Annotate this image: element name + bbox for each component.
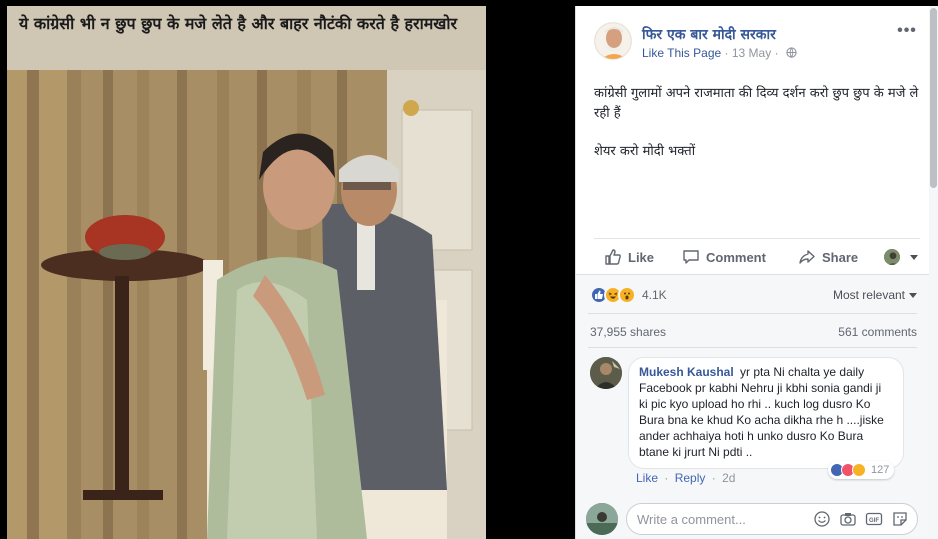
wow-reaction-icon bbox=[618, 286, 636, 304]
thumbs-up-icon bbox=[605, 249, 621, 265]
reactions-row: 4.1K Most relevant bbox=[590, 285, 917, 305]
like-page-link[interactable]: Like This Page bbox=[642, 46, 721, 60]
scrollbar-thumb[interactable] bbox=[930, 8, 937, 188]
post-text-line-2: शेयर करो मोदी भक्तों bbox=[594, 144, 696, 159]
comments-count[interactable]: 561 comments bbox=[838, 325, 917, 343]
sticker-icon[interactable] bbox=[891, 510, 909, 528]
like-button-label: Like bbox=[628, 249, 655, 265]
share-button-label: Share bbox=[822, 249, 859, 265]
comment-bubble-icon bbox=[683, 250, 699, 264]
reaction-icons[interactable] bbox=[590, 286, 636, 304]
comment-time[interactable]: 2d bbox=[722, 471, 735, 485]
comment-author-link[interactable]: Mukesh Kaushal bbox=[639, 365, 734, 379]
post-meta: Like This Page · 13 May · bbox=[642, 46, 797, 60]
comment-like-link[interactable]: Like bbox=[636, 471, 658, 485]
post-as-selector[interactable] bbox=[884, 247, 918, 267]
post-text-line-1: कांग्रेसी गुलामों अपने राजमाता की दिव्य … bbox=[594, 86, 919, 121]
audience-avatar-image bbox=[884, 249, 900, 265]
post-panel: फिर एक बार मोदी सरकार Like This Page · 1… bbox=[575, 6, 938, 539]
chevron-down-icon bbox=[909, 293, 917, 298]
page-avatar[interactable] bbox=[594, 22, 632, 60]
comment-input-box[interactable]: GIF bbox=[626, 503, 918, 535]
globe-icon bbox=[786, 47, 797, 58]
comment-text: yr pta Ni chalta ye daily Facebook pr ka… bbox=[639, 365, 884, 459]
comment-input[interactable] bbox=[637, 511, 813, 527]
post-text: कांग्रेसी गुलामों अपने राजमाता की दिव्य … bbox=[594, 84, 924, 162]
page-avatar-image bbox=[595, 23, 631, 59]
separator: · bbox=[664, 471, 669, 485]
commenter-avatar[interactable] bbox=[590, 357, 622, 389]
post-header: फिर एक बार मोदी सरकार Like This Page · 1… bbox=[594, 22, 924, 66]
haha-reaction-icon bbox=[852, 463, 866, 477]
meta-separator: · bbox=[724, 46, 729, 60]
comment-reaction-count: 127 bbox=[871, 464, 890, 476]
more-options-icon[interactable]: ••• bbox=[896, 23, 918, 40]
wow-reaction-glyph bbox=[624, 292, 630, 300]
comment-composer: GIF bbox=[586, 501, 918, 537]
photo-caption-text: ये कांग्रेसी भी न छुप छुप के मजे लेते है… bbox=[7, 6, 486, 70]
emoji-icon[interactable] bbox=[813, 510, 831, 528]
comment-button-label: Comment bbox=[706, 249, 766, 265]
post-photo[interactable]: ये कांग्रेसी भी न छुप छुप के मजे लेते है… bbox=[7, 6, 486, 539]
comment-item: Mukesh Kaushal yr pta Ni chalta ye daily… bbox=[590, 357, 917, 487]
photo-illustration bbox=[7, 70, 486, 539]
share-button[interactable]: Share bbox=[798, 247, 858, 267]
composer-icons: GIF bbox=[813, 510, 909, 528]
comment-reactions[interactable]: 127 bbox=[828, 461, 895, 479]
ufi-feedback: 4.1K Most relevant 37,955 shares 561 com… bbox=[576, 274, 929, 539]
audience-avatar bbox=[884, 249, 900, 265]
reaction-count[interactable]: 4.1K bbox=[642, 288, 667, 302]
panel-scrollbar[interactable] bbox=[929, 6, 938, 539]
photo-viewer: ये कांग्रेसी भी न छुप छुप के मजे लेते है… bbox=[0, 0, 575, 539]
comment-sort-label: Most relevant bbox=[832, 288, 905, 302]
comment-button[interactable]: Comment bbox=[682, 247, 766, 267]
divider bbox=[588, 313, 917, 314]
divider bbox=[588, 347, 917, 348]
post-actions: Like Comment Share bbox=[594, 238, 920, 272]
comment-reply-link[interactable]: Reply bbox=[675, 471, 706, 485]
svg-text:GIF: GIF bbox=[869, 518, 879, 524]
viewer-avatar-image bbox=[586, 503, 618, 535]
comment-sort-dropdown[interactable]: Most relevant bbox=[833, 288, 917, 302]
separator: · bbox=[711, 471, 716, 485]
gif-icon[interactable]: GIF bbox=[865, 510, 883, 528]
commenter-avatar-image bbox=[590, 357, 622, 389]
share-arrow-icon bbox=[799, 250, 815, 264]
page-name-link[interactable]: फिर एक बार मोदी सरकार bbox=[642, 25, 776, 44]
comment-actions: Like · Reply · 2d bbox=[636, 471, 735, 485]
shares-count[interactable]: 37,955 shares bbox=[590, 325, 666, 343]
comment-bubble: Mukesh Kaushal yr pta Ni chalta ye daily… bbox=[628, 357, 904, 469]
chevron-down-icon bbox=[910, 254, 918, 260]
camera-icon[interactable] bbox=[839, 510, 857, 528]
stats-row: 37,955 shares 561 comments bbox=[590, 325, 917, 343]
post-date[interactable]: 13 May bbox=[732, 46, 771, 60]
meta-separator-2: · bbox=[774, 46, 779, 60]
like-button[interactable]: Like bbox=[604, 247, 654, 267]
photo-scene bbox=[7, 70, 486, 539]
viewer-avatar bbox=[586, 503, 618, 535]
